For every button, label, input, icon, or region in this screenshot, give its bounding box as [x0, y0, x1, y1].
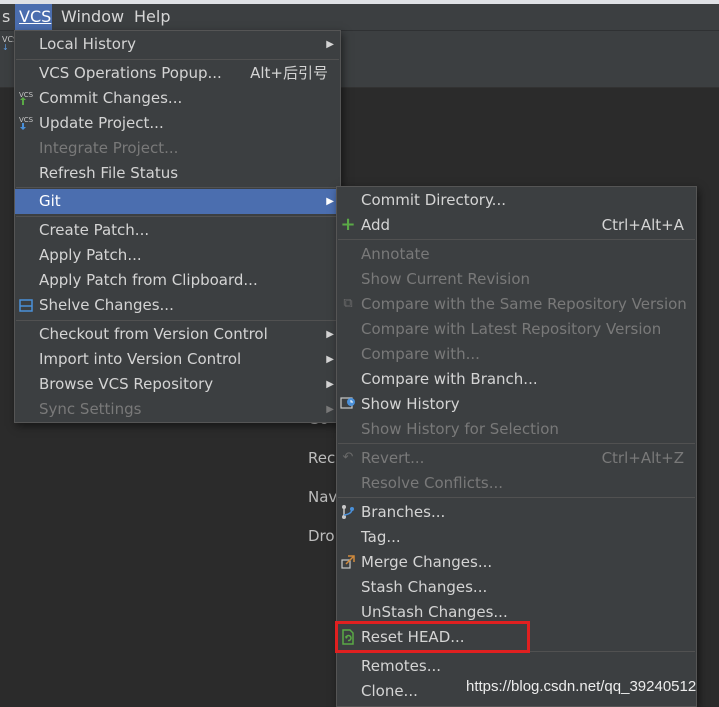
editor-hint-drop: Dro — [308, 527, 335, 545]
svg-text:VCS: VCS — [19, 91, 34, 99]
menu-item-annotate: Annotate — [361, 245, 430, 263]
menu-separator — [16, 216, 339, 217]
menu-item-apply-patch-clipboard[interactable]: Apply Patch from Clipboard... — [15, 268, 340, 293]
menu-item-update-project[interactable]: VCS Update Project... — [15, 111, 340, 136]
menu-item-commit-changes[interactable]: VCS Commit Changes... — [15, 86, 340, 111]
plus-icon: + — [340, 214, 356, 235]
menu-item-tag[interactable]: Tag... — [337, 525, 696, 550]
shortcut-label: Ctrl+Alt+Z — [601, 449, 684, 467]
submenu-arrow-icon: ▶ — [326, 329, 334, 340]
menu-item-commit-directory[interactable]: Commit Directory... — [337, 188, 696, 213]
menu-window[interactable]: Window — [57, 4, 128, 30]
menu-separator — [338, 239, 695, 240]
compare-icon: ⧉ — [343, 296, 353, 311]
submenu-arrow-icon: ▶ — [326, 354, 334, 365]
menu-vcs[interactable]: VCS — [15, 4, 52, 30]
menu-item-sync-settings: Sync Settings ▶ — [15, 397, 340, 422]
menu-item-apply-patch[interactable]: Apply Patch... — [15, 243, 340, 268]
menu-help[interactable]: Help — [130, 4, 174, 30]
history-icon — [340, 396, 356, 412]
revert-icon: ↶ — [342, 450, 354, 465]
vcs-menu: Local History ▶ VCS Operations Popup... Al… — [14, 30, 341, 423]
menu-item-add[interactable]: + Add Ctrl+Alt+A — [337, 213, 696, 238]
submenu-arrow-icon: ▶ — [326, 196, 334, 207]
menu-item-create-patch[interactable]: Create Patch... — [15, 218, 340, 243]
reset-head-highlight-box — [335, 621, 530, 653]
menu-item-vcs-operations-popup[interactable]: VCS Operations Popup... Alt+后引号 — [15, 61, 340, 86]
vcs-toolbar-icon[interactable]: VCS ↓ — [2, 36, 18, 52]
menu-item-merge-changes[interactable]: Merge Changes... — [337, 550, 696, 575]
submenu-arrow-icon: ▶ — [326, 379, 334, 390]
menu-item-integrate-project: Integrate Project... — [39, 139, 179, 157]
merge-icon — [340, 554, 356, 570]
shortcut-label: Alt+后引号 — [250, 64, 328, 82]
editor-hint-recent: Rec — [308, 449, 336, 467]
menu-item-compare-latest-repo-version: Compare with Latest Repository Version — [361, 320, 662, 338]
menu-item-compare-same-repo-version: ⧉ Compare with the Same Repository Versi… — [337, 292, 696, 317]
menu-tools-fragment[interactable]: s — [0, 4, 14, 30]
shortcut-label: Ctrl+Alt+A — [601, 216, 684, 234]
menu-item-browse-vcs-repository[interactable]: Browse VCS Repository ▶ — [15, 372, 340, 397]
menu-separator — [16, 320, 339, 321]
svg-text:VCS: VCS — [19, 116, 34, 124]
submenu-arrow-icon: ▶ — [326, 404, 334, 415]
menu-item-local-history[interactable]: Local History ▶ — [15, 32, 340, 57]
menu-item-revert: ↶ Revert... Ctrl+Alt+Z — [337, 446, 696, 471]
menu-item-remotes[interactable]: Remotes... — [337, 654, 696, 679]
watermark: https://blog.csdn.net/qq_39240512 — [466, 678, 697, 695]
menu-item-branches[interactable]: Branches... — [337, 500, 696, 525]
menu-separator — [16, 187, 339, 188]
vcs-commit-icon: VCS — [18, 90, 34, 106]
submenu-arrow-icon: ▶ — [326, 39, 334, 50]
menu-item-show-history-selection: Show History for Selection — [361, 420, 559, 438]
menu-item-compare-with-branch[interactable]: Compare with Branch... — [337, 367, 696, 392]
editor-hint-navigation: Nav — [308, 488, 338, 506]
vcs-update-icon: VCS — [18, 115, 34, 131]
menu-item-refresh-file-status[interactable]: Refresh File Status — [15, 161, 340, 186]
menu-separator — [338, 443, 695, 444]
menu-item-shelve-changes[interactable]: Shelve Changes... — [15, 293, 340, 318]
shelve-icon — [18, 297, 34, 313]
menu-item-checkout-vcs[interactable]: Checkout from Version Control ▶ — [15, 322, 340, 347]
menu-bar: s VCS Window Help — [0, 4, 719, 31]
menu-item-stash-changes[interactable]: Stash Changes... — [337, 575, 696, 600]
menu-item-git[interactable]: Git ▶ — [15, 189, 340, 214]
menu-separator — [338, 497, 695, 498]
menu-item-import-vcs[interactable]: Import into Version Control ▶ — [15, 347, 340, 372]
branch-icon — [340, 504, 356, 520]
menu-item-show-history[interactable]: Show History — [337, 392, 696, 417]
menu-item-resolve-conflicts: Resolve Conflicts... — [361, 474, 504, 492]
menu-item-show-current-revision: Show Current Revision — [361, 270, 531, 288]
menu-separator — [16, 59, 339, 60]
menu-item-compare-with: Compare with... — [361, 345, 480, 363]
